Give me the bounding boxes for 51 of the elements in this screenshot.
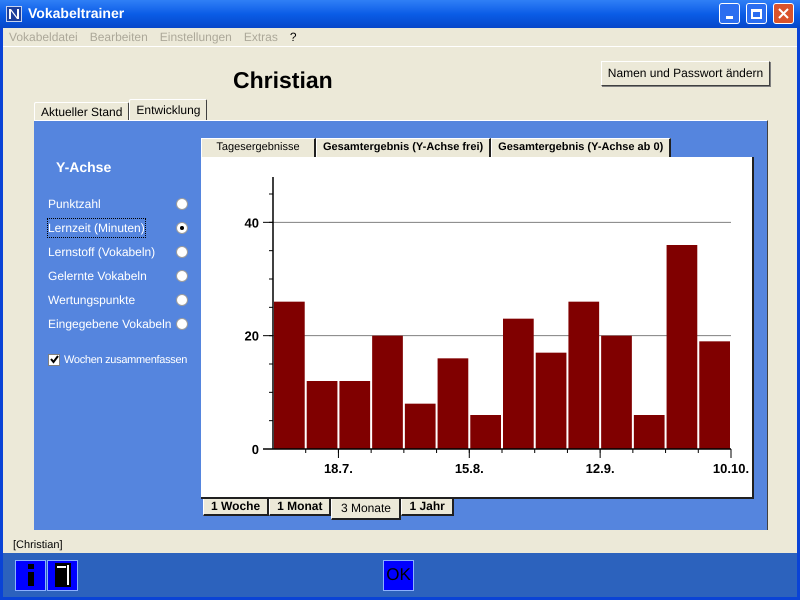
tab[interactable]: 1 Jahr [401,498,454,516]
user-name: Christian [233,66,333,94]
bar [339,380,370,448]
x-tick-label: 18.7. [324,460,353,476]
checkbox[interactable] [48,354,60,366]
maximize-button[interactable] [746,3,767,24]
y-tick-label: 40 [244,214,259,230]
info-icon [26,564,36,586]
y-tick-label: 0 [252,442,259,456]
radio-label[interactable]: Lernzeit (Minuten) [48,218,145,236]
radio-button[interactable] [176,318,188,330]
radio-label[interactable]: Lernstoff (Vokabeln) [48,242,156,260]
tab[interactable]: Gesamtergebnis (Y-Achse ab 0) [491,138,672,156]
book-icon [54,563,70,587]
radio-button[interactable] [176,222,188,234]
bar [470,414,501,448]
bar [634,414,665,448]
tab[interactable]: Entwicklung [129,98,208,120]
minimize-button[interactable] [719,3,740,24]
close-button[interactable] [773,3,794,24]
book-button[interactable] [47,560,78,590]
y-tick-label: 20 [244,328,259,344]
x-tick-label: 15.8. [454,460,484,476]
tab[interactable]: 1 Woche [203,498,270,516]
tab[interactable]: Tagesergebnisse [201,138,316,156]
window-title: Vokabeltrainer [28,4,126,24]
checkbox-label[interactable]: Wochen zusammenfassen [64,352,188,368]
radio-label[interactable]: Wertungspunkte [48,290,136,308]
tab[interactable]: Aktueller Stand [34,102,130,120]
change-name-password-button[interactable]: Namen und Passwort ändern [601,60,770,86]
radio-label[interactable]: Gelernte Vokabeln [48,266,147,284]
bar [404,403,436,448]
tab[interactable]: 3 Monate [331,498,402,520]
tab[interactable]: Gesamtergebnis (Y-Achse frei) [316,138,492,156]
radio-button[interactable] [176,294,188,306]
panel-title: Y-Achse [56,158,112,176]
ok-button[interactable]: OK [383,560,414,590]
radio-label[interactable]: Eingegebene Vokabeln [48,314,172,332]
bar [306,380,338,448]
tab[interactable]: 1 Monat [269,498,332,516]
status-text: [Christian] [13,538,64,552]
info-button[interactable] [15,560,46,590]
radio-button[interactable] [176,246,188,258]
menu-item[interactable]: ? [290,28,297,46]
radio-label[interactable]: Punktzahl [48,194,101,212]
app-icon [6,6,22,22]
radio-button[interactable] [176,198,188,210]
x-tick-label: 12.9. [586,460,615,476]
radio-button[interactable] [176,270,188,282]
x-tick-label: 10.10. [712,460,750,476]
close-icon [778,8,789,20]
